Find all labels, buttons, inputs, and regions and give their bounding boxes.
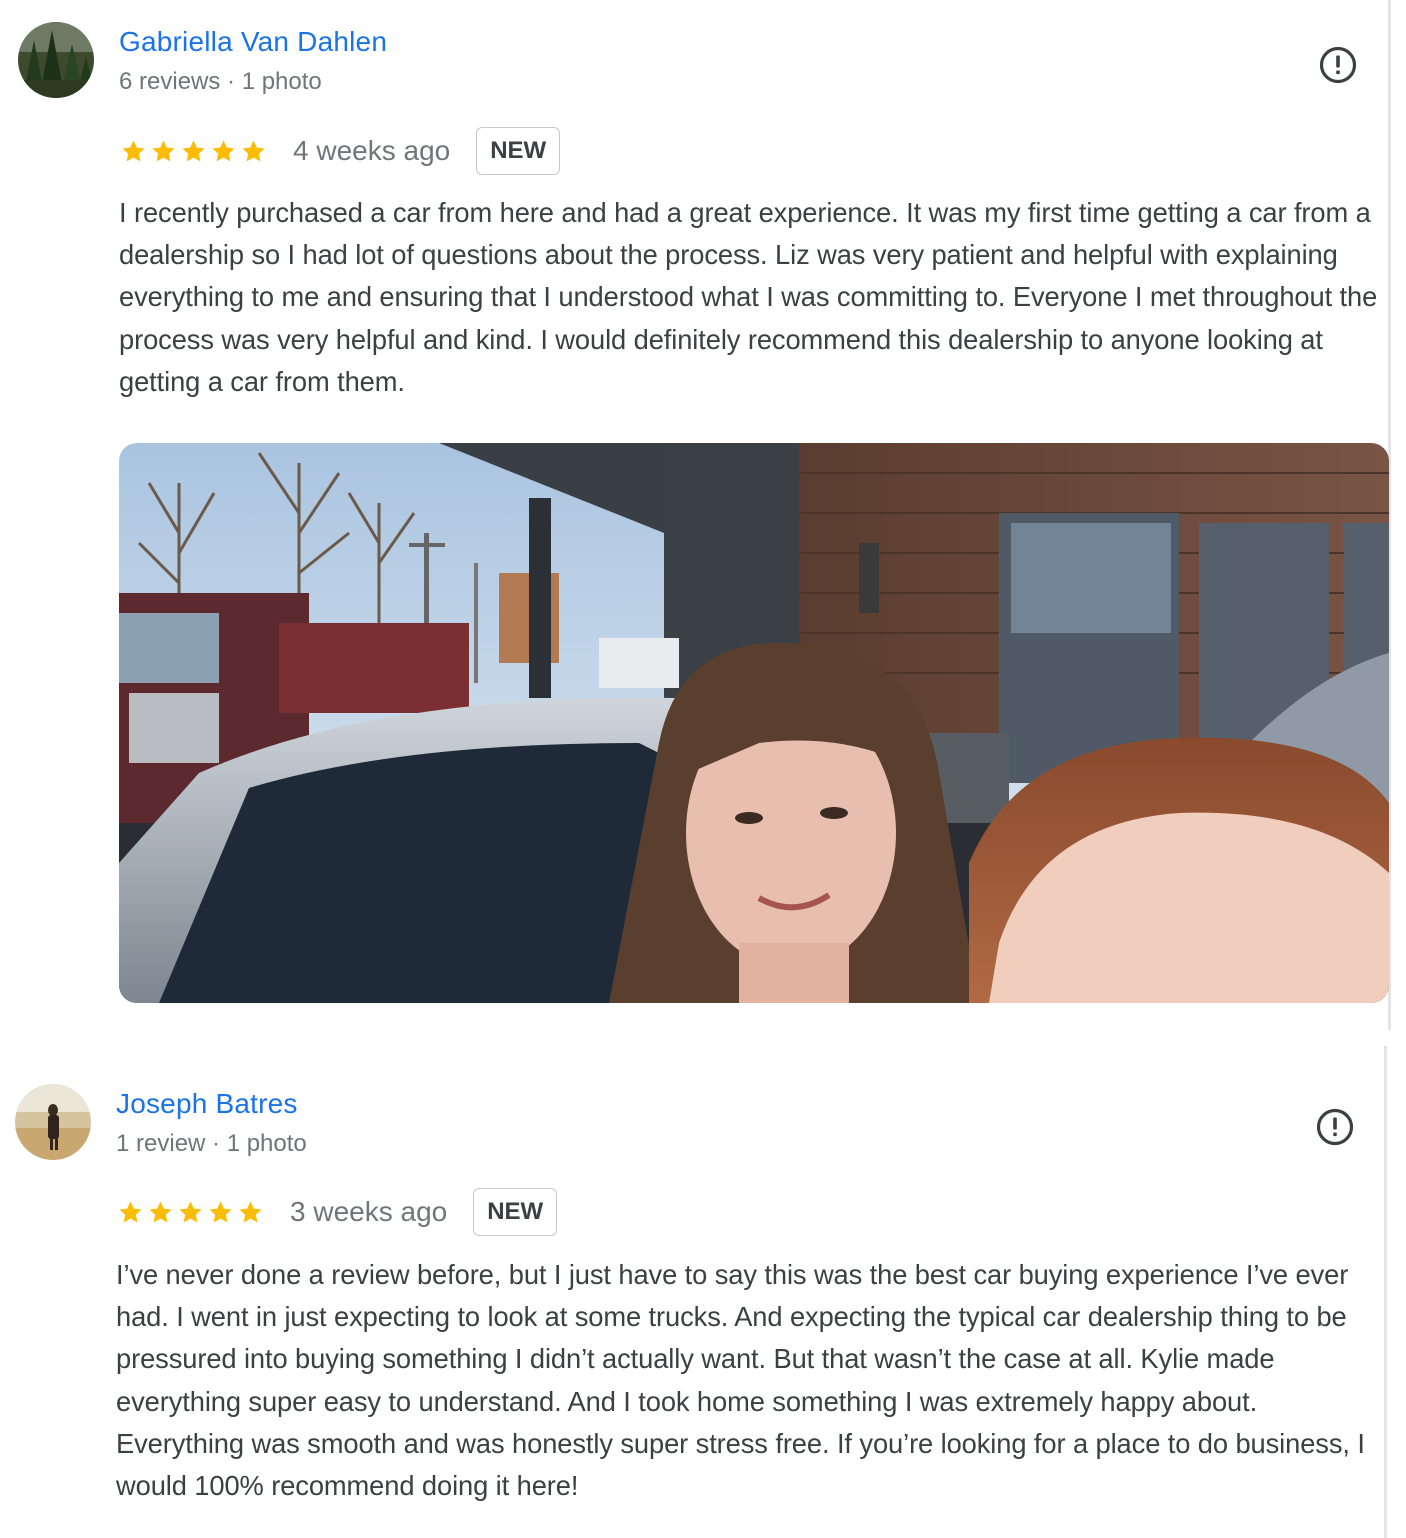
star-icon <box>212 139 235 161</box>
review-date: 4 weeks ago <box>293 135 451 166</box>
author-name[interactable]: Joseph Batres <box>116 1088 298 1120</box>
star-icon <box>179 1200 202 1222</box>
star-icon <box>209 1200 232 1222</box>
star-icon <box>149 1200 172 1222</box>
star-icon <box>122 139 145 161</box>
rating-row: 4 weeks ago NEW <box>120 126 561 176</box>
rating-row: 3 weeks ago NEW <box>117 1187 558 1237</box>
review-date: 3 weeks ago <box>290 1196 448 1227</box>
report-button[interactable] <box>1313 1105 1357 1149</box>
author-meta: 1 review · 1 photo <box>116 1130 307 1157</box>
review-photo[interactable] <box>119 443 1389 1003</box>
new-badge: NEW <box>473 1188 558 1236</box>
author-name[interactable]: Gabriella Van Dahlen <box>119 26 387 58</box>
new-badge: NEW <box>476 127 561 175</box>
review-text: I’ve never done a review before, but I j… <box>116 1259 1365 1502</box>
star-icon <box>119 1200 142 1222</box>
avatar[interactable] <box>18 22 94 98</box>
author-meta: 6 reviews · 1 photo <box>119 68 322 95</box>
review-card: Gabriella Van Dahlen 6 reviews · 1 photo… <box>0 0 1390 1030</box>
report-flag-icon <box>1316 1108 1354 1146</box>
report-button[interactable] <box>1316 43 1360 87</box>
star-rating <box>120 138 267 165</box>
star-rating <box>117 1199 264 1226</box>
star-icon <box>152 139 175 161</box>
report-flag-icon <box>1319 46 1357 84</box>
star-icon <box>182 139 205 161</box>
star-icon <box>242 139 265 161</box>
avatar[interactable] <box>15 1084 91 1160</box>
star-icon <box>239 1200 262 1222</box>
review-text: I recently purchased a car from here and… <box>119 197 1378 397</box>
review-card: Joseph Batres 1 review · 1 photo 3 weeks… <box>0 1046 1390 1538</box>
